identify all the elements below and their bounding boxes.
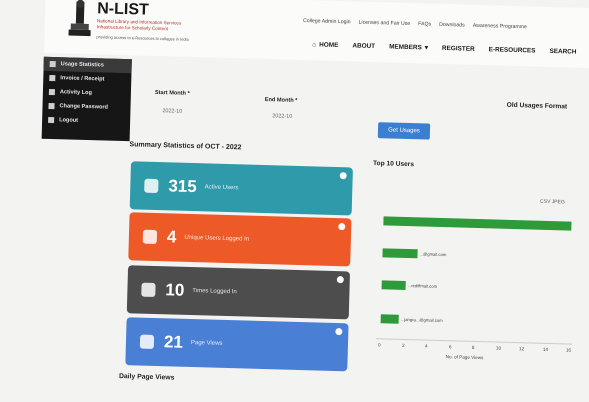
chart-x-tick: 0 [377,342,381,348]
users-icon [144,178,159,194]
stat-card-page-views: 21 Page Views [125,317,349,372]
receipt-icon [49,74,56,82]
list-icon [48,88,56,96]
chevron-down-icon: ▾ [424,44,429,52]
top-users-title: Top 10 Users [372,160,415,169]
start-month-label: Start Month * [154,89,190,97]
chart-bar[interactable] [382,248,418,259]
chart-bar-label: ...@gmail.com [419,251,447,258]
info-icon[interactable] [339,172,347,180]
nav-members[interactable]: MEMBERS ▾ [389,42,429,52]
top-link-awareness[interactable]: Awareness Programme [473,23,527,31]
chart-x-axis [376,338,573,345]
stat-value: 21 [163,332,184,352]
chart-x-tick: 4 [424,343,428,349]
top-link-faqs[interactable]: FAQs [418,21,431,27]
brand-tagline: National Library and Information Service… [96,18,182,32]
chart-bar[interactable] [380,314,399,324]
emblem-logo-icon [68,0,91,37]
chart-bar[interactable] [383,216,572,231]
chart-x-tick: 8 [471,344,475,350]
chart-bar[interactable] [381,280,406,290]
chart-x-tick: 14 [542,346,549,352]
chart-x-tick: 10 [495,345,502,351]
end-month-label: End Month * [264,96,298,104]
info-icon[interactable] [338,223,346,231]
sidebar-item-label: Change Password [59,103,109,111]
stat-card-active-users: 315 Active Users [129,161,353,216]
chart-bar-label: ...rediffmail.com [407,283,438,289]
signal-bars-icon [141,282,156,297]
top-link-admin-login[interactable]: College Admin Login [303,18,351,25]
stat-label: Times Logged In [192,288,237,296]
stat-label: Unique Users Logged In [184,234,250,243]
eye-icon [139,334,155,349]
top-link-licenses[interactable]: Licenses and Fair Use [358,20,410,27]
chart-x-tick: 2 [401,342,405,348]
brand-subtagline: providing access to e-Resources to colle… [96,34,189,42]
info-icon[interactable] [336,276,344,284]
nav-search[interactable]: SEARCH [549,47,576,56]
stat-value: 315 [168,176,197,197]
chart-x-tick: 6 [448,344,452,350]
summary-title: Summary Statistics of OCT - 2022 [129,141,242,152]
info-icon[interactable] [335,328,343,336]
stat-card-times-logged-in: 10 Times Logged In [126,265,351,320]
user-icon [142,229,158,245]
usage-filters: Start Month * 2022-10 End Month * 2022-1… [142,86,583,148]
stat-value: 10 [165,280,185,300]
sidebar-item-logout[interactable]: Logout [42,113,130,129]
nav-about[interactable]: ABOUT [352,41,375,50]
nav-register[interactable]: REGISTER [442,44,475,53]
sidebar-item-label: Activity Log [59,89,93,97]
stat-value: 4 [166,227,177,247]
main-nav: ⌂ HOME ABOUT MEMBERS ▾ REGISTER E-RESOUR… [312,40,576,55]
chart-icon [49,60,56,68]
key-icon [48,102,55,110]
stat-card-unique-users: 4 Unique Users Logged In [128,212,352,267]
sidebar-item-label: Usage Statistics [60,61,104,69]
end-month-input[interactable]: 2022-10 [272,113,292,120]
top-links: College Admin Login Licenses and Fair Us… [303,18,527,30]
sidebar-item-label: Logout [59,117,79,124]
nav-members-label: MEMBERS [389,42,422,51]
nav-home-label: HOME [319,40,339,49]
chart-x-axis-title: No. of Page Views [445,354,484,361]
start-month-input[interactable]: 2022-10 [162,108,182,115]
daily-page-views-title: Daily Page Views [118,373,175,382]
home-icon: ⌂ [312,40,317,48]
nav-home[interactable]: ⌂ HOME [312,40,338,49]
nav-eresources[interactable]: E-RESOURCES [489,45,536,54]
brand-title[interactable]: N-LIST [97,0,149,19]
page: N-LIST National Library and Information … [0,0,589,402]
get-usages-button[interactable]: Get Usages [377,122,431,140]
stat-label: Page Views [190,340,223,347]
chart-bar-label: ...jangra...@gmail.com [400,316,443,324]
stat-label: Active Users [204,184,239,192]
sidebar-item-label: Invoice / Receipt [60,75,105,83]
chart-x-tick: 16 [565,347,572,353]
logout-icon [48,116,55,124]
top-link-downloads[interactable]: Downloads [439,22,465,29]
chart-export-options[interactable]: CSV JPEG [540,199,565,206]
sidebar: Usage Statistics Invoice / Receipt Activ… [41,56,132,142]
chart-x-tick: 12 [518,346,525,352]
